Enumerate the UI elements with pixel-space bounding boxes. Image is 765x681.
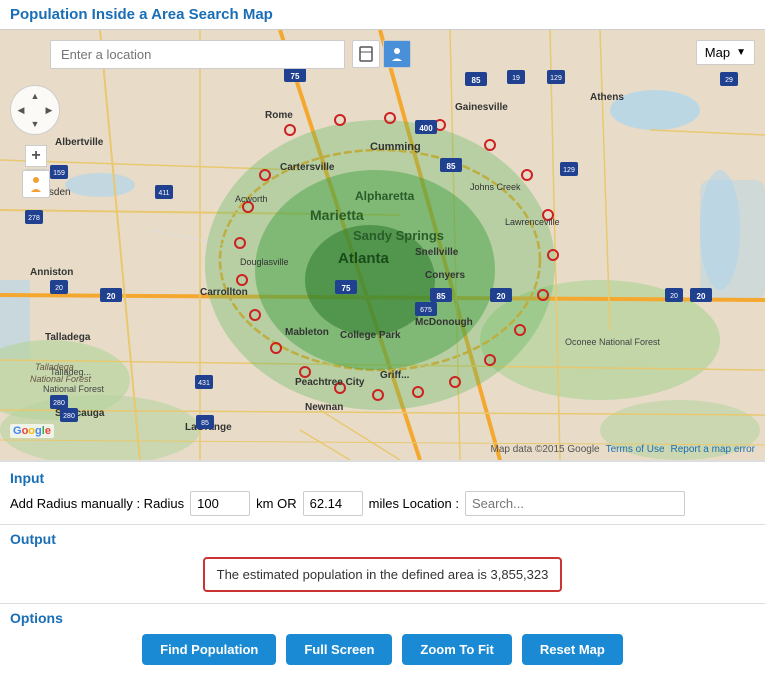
map-container[interactable]: 20 20 20 75 75 85 85 85 400 Albertville …	[0, 30, 765, 460]
svg-text:Conyers: Conyers	[425, 270, 465, 281]
map-type-selector[interactable]: Map ▼	[696, 40, 755, 65]
google-logo: Google	[10, 424, 54, 438]
map-street-view-icon[interactable]	[383, 40, 411, 68]
map-bookmark-icon[interactable]	[352, 40, 380, 68]
svg-text:Carrollton: Carrollton	[200, 287, 248, 298]
output-result-text: The estimated population in the defined …	[217, 567, 549, 582]
output-section-label: Output	[10, 531, 755, 547]
options-section: Options Find Population Full Screen Zoom…	[0, 603, 765, 681]
zoom-in-button[interactable]: +	[25, 145, 47, 167]
svg-text:Oconee National Forest: Oconee National Forest	[565, 337, 661, 347]
svg-text:Douglasville: Douglasville	[240, 257, 289, 267]
input-section: Input Add Radius manually : Radius km OR…	[0, 460, 765, 524]
svg-text:159: 159	[53, 170, 65, 177]
zoom-to-fit-button[interactable]: Zoom To Fit	[402, 634, 511, 665]
svg-text:Cumming: Cumming	[370, 141, 421, 153]
svg-text:85: 85	[447, 162, 456, 171]
svg-text:Newnan: Newnan	[305, 402, 343, 413]
nav-controls: ▲ ◀ ▶ ▼	[10, 85, 60, 135]
svg-text:411: 411	[158, 190, 169, 197]
svg-text:20: 20	[497, 292, 506, 301]
svg-text:29: 29	[725, 77, 733, 84]
svg-text:Alpharetta: Alpharetta	[355, 189, 415, 203]
street-view-button[interactable]	[22, 170, 50, 198]
page-title: Population Inside a Area Search Map	[0, 0, 765, 30]
full-screen-button[interactable]: Full Screen	[286, 634, 392, 665]
terms-of-use-link[interactable]: Terms of Use	[606, 444, 665, 455]
map-attribution: Map data ©2015 Google Terms of Use Repor…	[490, 444, 755, 455]
action-buttons-row: Find Population Full Screen Zoom To Fit …	[10, 634, 755, 675]
reset-map-button[interactable]: Reset Map	[522, 634, 623, 665]
svg-text:400: 400	[419, 124, 433, 133]
nav-right-arrow[interactable]: ▶	[42, 103, 56, 117]
nav-circle[interactable]: ▲ ◀ ▶ ▼	[10, 85, 60, 135]
svg-text:College Park: College Park	[340, 330, 401, 341]
miles-input[interactable]	[303, 491, 363, 516]
svg-text:278: 278	[28, 215, 40, 222]
svg-text:280: 280	[53, 400, 65, 407]
map-icons-bar	[352, 40, 411, 68]
svg-text:75: 75	[342, 284, 351, 293]
radius-input[interactable]	[190, 491, 250, 516]
nav-up-arrow[interactable]: ▲	[28, 89, 42, 103]
map-location-input[interactable]	[50, 40, 345, 69]
svg-text:75: 75	[291, 72, 300, 81]
output-section: Output The estimated population in the d…	[0, 524, 765, 603]
svg-text:Talladega: Talladega	[35, 362, 74, 372]
svg-text:85: 85	[201, 420, 209, 427]
svg-text:Snellville: Snellville	[415, 247, 459, 258]
svg-text:Rome: Rome	[265, 110, 293, 121]
miles-label: miles Location :	[369, 496, 459, 511]
svg-text:20: 20	[55, 285, 63, 292]
svg-text:280: 280	[63, 413, 75, 420]
input-row: Add Radius manually : Radius km OR miles…	[10, 491, 755, 516]
svg-text:National Forest: National Forest	[30, 374, 92, 384]
svg-text:McDonough: McDonough	[415, 317, 473, 328]
svg-text:Marietta: Marietta	[310, 207, 364, 223]
output-result-box: The estimated population in the defined …	[203, 557, 563, 592]
svg-text:Talladega: Talladega	[45, 332, 91, 343]
svg-text:Gainesville: Gainesville	[455, 102, 508, 113]
location-search-input[interactable]	[465, 491, 685, 516]
svg-text:129: 129	[563, 167, 575, 174]
find-population-button[interactable]: Find Population	[142, 634, 276, 665]
nav-left-arrow[interactable]: ◀	[14, 103, 28, 117]
svg-text:Griff...: Griff...	[380, 370, 410, 381]
svg-text:Mableton: Mableton	[285, 327, 329, 338]
svg-text:85: 85	[472, 76, 481, 85]
svg-text:Lawrenceville: Lawrenceville	[505, 217, 560, 227]
svg-text:Johns Creek: Johns Creek	[470, 182, 521, 192]
svg-text:85: 85	[437, 292, 446, 301]
svg-text:Anniston: Anniston	[30, 267, 73, 278]
svg-text:19: 19	[512, 75, 520, 82]
svg-text:431: 431	[198, 380, 210, 387]
map-search-bar[interactable]	[50, 40, 345, 69]
svg-text:20: 20	[697, 292, 706, 301]
svg-text:675: 675	[420, 307, 432, 314]
options-section-label: Options	[10, 610, 755, 626]
svg-text:Athens: Athens	[590, 92, 624, 103]
nav-down-arrow[interactable]: ▼	[28, 117, 42, 131]
svg-text:20: 20	[107, 292, 116, 301]
svg-text:Cartersville: Cartersville	[280, 162, 335, 173]
svg-text:Atlanta: Atlanta	[338, 250, 389, 267]
svg-text:Peachtree City: Peachtree City	[295, 377, 365, 388]
radius-label: Add Radius manually : Radius	[10, 496, 184, 511]
svg-text:National Forest: National Forest	[43, 384, 105, 394]
svg-text:Sandy Springs: Sandy Springs	[353, 228, 444, 243]
km-label: km OR	[256, 496, 296, 511]
svg-text:Acworth: Acworth	[235, 194, 268, 204]
report-map-error-link[interactable]: Report a map error	[671, 444, 755, 455]
svg-text:129: 129	[550, 75, 562, 82]
svg-text:Albertville: Albertville	[55, 137, 104, 148]
input-section-label: Input	[10, 470, 755, 486]
svg-text:20: 20	[670, 293, 678, 300]
